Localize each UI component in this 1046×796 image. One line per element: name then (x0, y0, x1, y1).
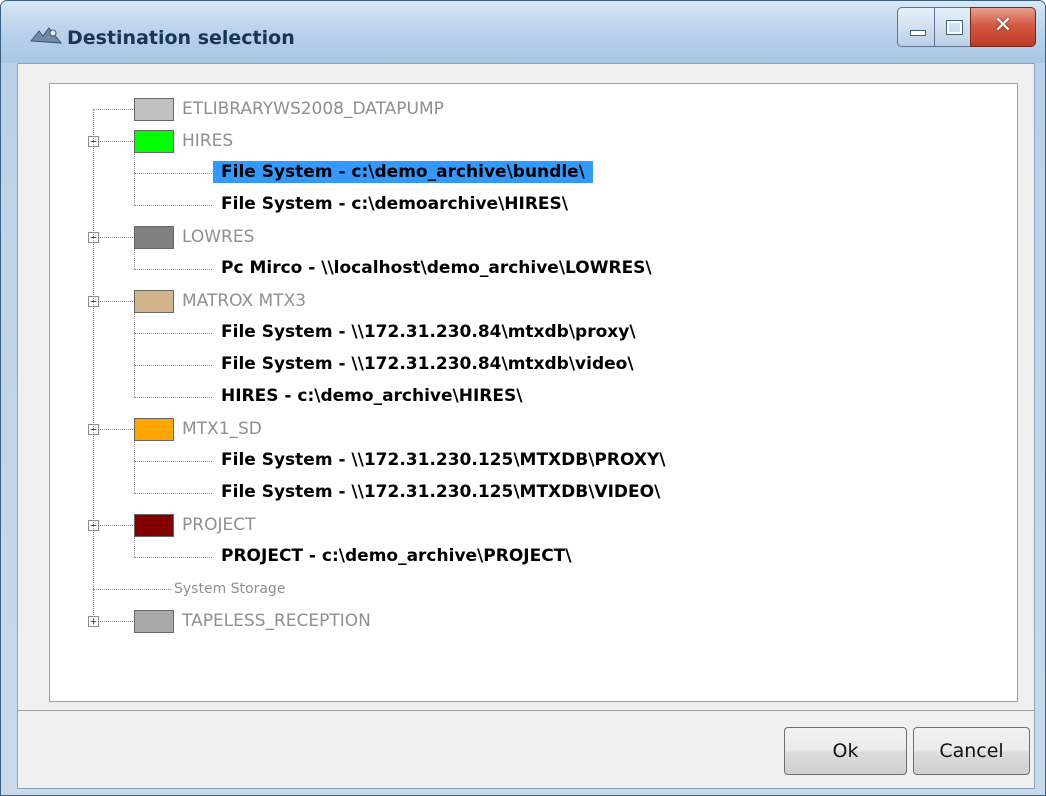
tree-group-label[interactable]: HIRES (182, 131, 233, 151)
tree-group-label[interactable]: ETLIBRARYWS2008_DATAPUMP (182, 99, 444, 119)
window-title: Destination selection (67, 27, 295, 49)
cancel-button[interactable]: Cancel (913, 727, 1030, 775)
tree-connector (93, 589, 171, 590)
tree-connector (134, 461, 212, 462)
app-icon (30, 27, 63, 44)
tree-item-destination[interactable]: PROJECT - c:\demo_archive\PROJECT\ (213, 545, 579, 567)
color-swatch (134, 130, 174, 153)
tree-connector (134, 269, 212, 270)
tree-item-destination[interactable]: File System - \\172.31.230.125\MTXDB\VID… (213, 481, 668, 503)
tree-item-destination[interactable]: File System - c:\demoarchive\HIRES\ (213, 193, 576, 215)
tree-connector (134, 557, 212, 558)
tree-connector (134, 313, 135, 397)
tree-connector (134, 537, 135, 557)
tree-group-label[interactable]: PROJECT (182, 515, 255, 535)
tree-connector (93, 301, 133, 302)
tree-connector (93, 621, 133, 622)
color-swatch (134, 290, 174, 313)
dialog-client-area: ETLIBRARYWS2008_DATAPUMP − HIRES File Syste… (17, 63, 1035, 789)
tree-group-label[interactable]: MATROX MTX3 (182, 291, 306, 311)
tree-item-destination[interactable]: HIRES - c:\demo_archive\HIRES\ (213, 385, 530, 407)
color-swatch (134, 418, 174, 441)
title-bar[interactable]: Destination selection ✕ (1, 1, 1045, 63)
destination-tree[interactable]: ETLIBRARYWS2008_DATAPUMP − HIRES File Syste… (49, 83, 1018, 702)
tree-connector (134, 493, 212, 494)
tree-item-destination[interactable]: File System - \\172.31.230.84\mtxdb\prox… (213, 321, 644, 343)
color-swatch (134, 610, 174, 633)
minimize-button[interactable] (897, 7, 935, 47)
color-swatch (134, 226, 174, 249)
separator (18, 710, 1034, 711)
ok-button[interactable]: Ok (784, 727, 907, 775)
close-button[interactable]: ✕ (970, 7, 1036, 47)
color-swatch (134, 98, 174, 121)
tree-connector (134, 333, 212, 334)
tree-connector (93, 525, 133, 526)
tree-connector (134, 365, 212, 366)
tree-group-label[interactable]: MTX1_SD (182, 419, 262, 439)
tree-item-destination[interactable]: File System - \\172.31.230.125\MTXDB\PRO… (213, 449, 673, 471)
tree-item-destination[interactable]: File System - c:\demo_archive\bundle\ (213, 161, 593, 183)
tree-connector (93, 429, 133, 430)
tree-connector (134, 441, 135, 493)
tree-connector (134, 153, 135, 205)
tree-item-destination[interactable]: Pc Mirco - \\localhost\demo_archive\LOWR… (213, 257, 660, 279)
destination-selection-window: Destination selection ✕ ETLIBRARYWS2008_… (0, 0, 1046, 796)
tree-connector (134, 249, 135, 269)
tree-connector (93, 237, 133, 238)
tree-connector (93, 141, 133, 142)
tree-item-destination[interactable]: File System - \\172.31.230.84\mtxdb\vide… (213, 353, 642, 375)
color-swatch (134, 514, 174, 537)
tree-connector (93, 109, 94, 621)
tree-group-label[interactable]: LOWRES (182, 227, 254, 247)
tree-connector (134, 205, 212, 206)
tree-group-label[interactable]: System Storage (174, 581, 285, 597)
tree-connector (134, 173, 212, 174)
maximize-button[interactable] (934, 7, 971, 47)
tree-group-label[interactable]: TAPELESS_RECEPTION (182, 611, 371, 631)
tree-connector (93, 109, 133, 110)
tree-connector (134, 397, 212, 398)
close-icon: ✕ (993, 13, 1013, 38)
